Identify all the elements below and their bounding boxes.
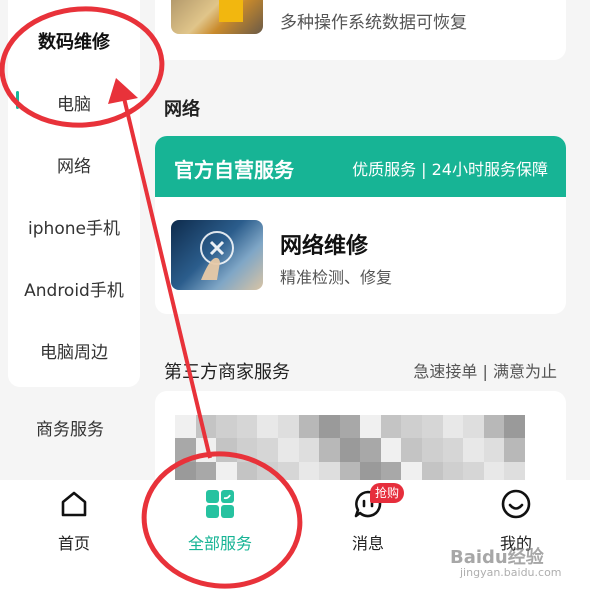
nav-messages[interactable]: 消息 — [308, 480, 428, 570]
third-party-subtitle: 急速接单 | 满意为止 — [413, 362, 557, 381]
sidebar-item-iphone[interactable]: iphone手机 — [8, 214, 140, 239]
sidebar-panel — [8, 0, 140, 387]
baidu-watermark-url: jingyan.baidu.com — [460, 566, 562, 579]
data-recovery-desc: 多种操作系统数据可恢复 — [280, 13, 467, 33]
third-party-title: 第三方商家服务 — [164, 362, 290, 383]
official-service-header: 官方自营服务 优质服务 | 24小时服务保障 — [155, 136, 566, 197]
nav-messages-label: 消息 — [351, 534, 384, 553]
sidebar-item-peripherals[interactable]: 电脑周边 — [8, 338, 140, 363]
network-repair-thumbnail — [171, 220, 263, 290]
nav-all-services[interactable]: 全部服务 — [160, 480, 280, 570]
grid-icon — [206, 490, 234, 518]
nav-all-services-label: 全部服务 — [187, 534, 252, 553]
network-repair-title: 网络维修 — [280, 234, 369, 259]
section-title-network: 网络 — [164, 99, 200, 120]
official-service-subtitle: 优质服务 | 24小时服务保障 — [352, 160, 548, 179]
promo-badge: 抢购 — [370, 483, 405, 503]
pixelated-content — [175, 415, 525, 485]
sidebar-item-android[interactable]: Android手机 — [8, 276, 140, 301]
sidebar-item-business[interactable]: 商务服务 — [0, 415, 140, 440]
category-sidebar: 数码维修 电脑 网络 iphone手机 Android手机 电脑周边 商务服务 — [0, 0, 140, 480]
data-recovery-thumbnail — [171, 0, 263, 34]
nav-home[interactable]: 首页 — [14, 480, 134, 570]
sidebar-category-title: 数码维修 — [38, 32, 110, 53]
official-service-card[interactable]: 官方自营服务 优质服务 | 24小时服务保障 网络维修 精准检测、修复 — [155, 136, 566, 314]
official-service-title: 官方自营服务 — [174, 158, 294, 182]
sidebar-item-computer[interactable]: 电脑 — [8, 90, 140, 115]
home-icon — [61, 491, 87, 517]
sidebar-item-network[interactable]: 网络 — [8, 152, 140, 177]
nav-home-label: 首页 — [57, 534, 90, 553]
network-repair-desc: 精准检测、修复 — [280, 268, 393, 287]
smile-icon — [501, 489, 531, 519]
